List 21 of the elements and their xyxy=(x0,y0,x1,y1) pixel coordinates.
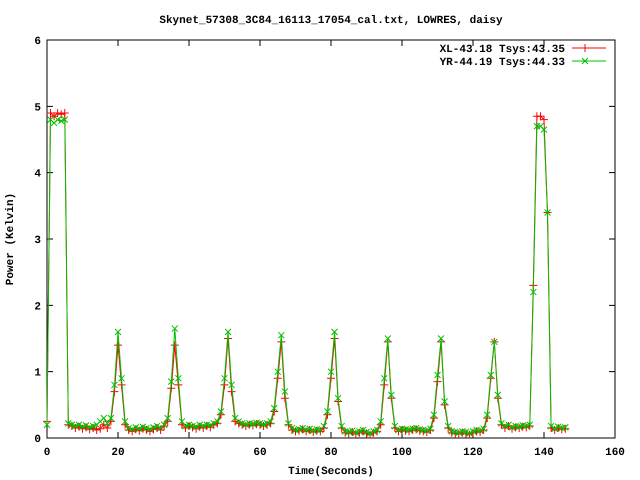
y-tick-label: 3 xyxy=(34,235,41,247)
x-tick-label: 80 xyxy=(324,447,338,459)
legend-label: XL-43.18 Tsys:43.35 xyxy=(440,44,565,56)
legend-label: YR-44.19 Tsys:44.33 xyxy=(440,57,565,69)
x-tick-label: 40 xyxy=(182,447,196,459)
x-tick-label: 100 xyxy=(392,447,412,459)
chart-title: Skynet_57308_3C84_16113_17054_cal.txt, LOWRES, daisy xyxy=(159,15,503,27)
x-tick-label: 120 xyxy=(463,447,483,459)
y-tick-label: 4 xyxy=(34,168,41,181)
y-axis-label: Power (Kelvin) xyxy=(5,192,17,286)
x-tick-label: 20 xyxy=(111,447,125,459)
y-tick-label: 6 xyxy=(34,36,41,48)
y-tick-label: 0 xyxy=(34,434,41,446)
x-axis-label: Time(Seconds) xyxy=(288,466,374,478)
x-tick-label: 140 xyxy=(534,447,554,459)
x-tick-label: 0 xyxy=(44,447,50,459)
x-tick-label: 160 xyxy=(605,447,625,459)
y-tick-label: 2 xyxy=(34,301,41,314)
y-tick-label: 1 xyxy=(34,368,41,380)
x-tick-label: 60 xyxy=(253,447,267,459)
y-tick-label: 5 xyxy=(34,102,41,114)
